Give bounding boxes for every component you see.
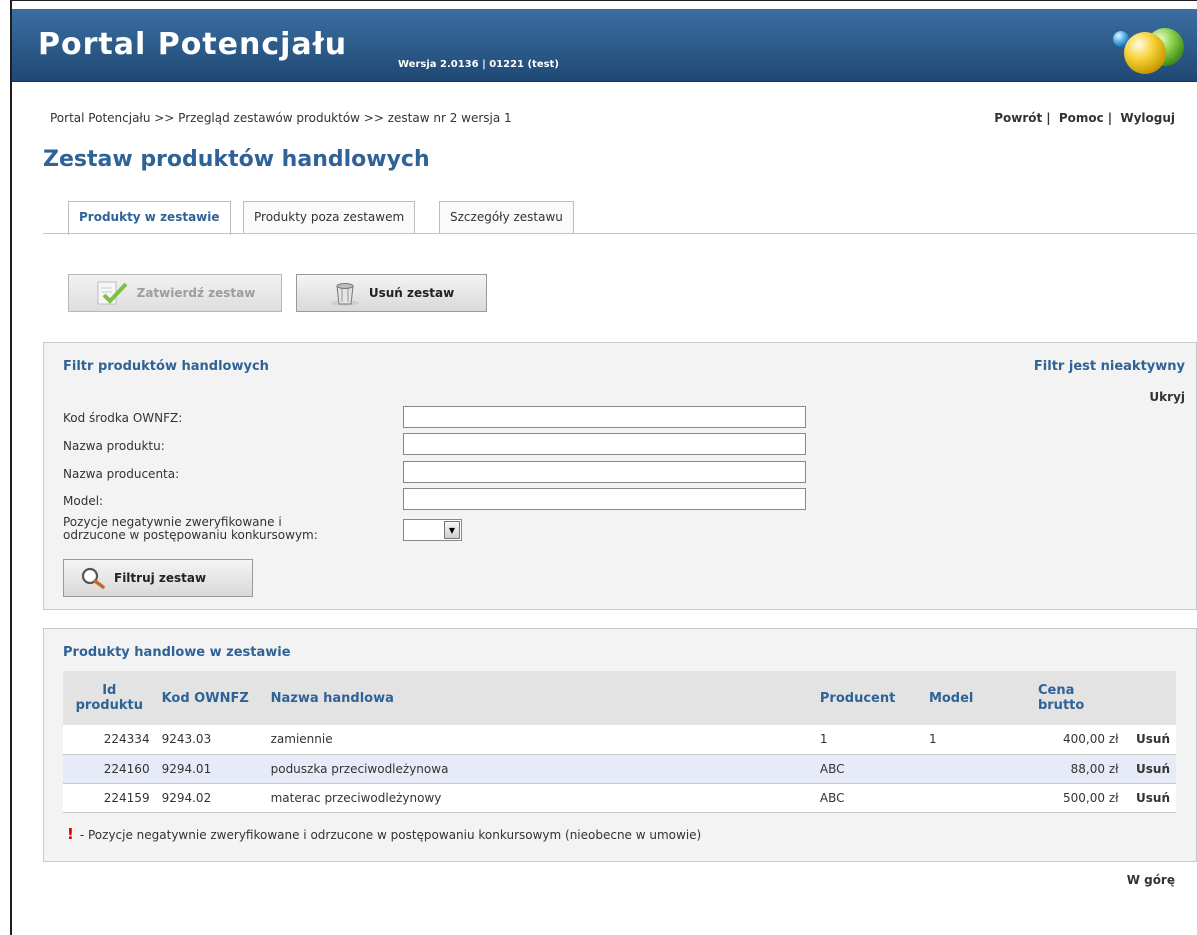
help-link[interactable]: Pomoc [1059,111,1104,125]
cell-name: poduszka przeciwodleżynowa [264,754,814,784]
app-window: Portal Potencjału Wersja 2.0136 | 01221 … [10,0,1197,935]
tab-products-in-set[interactable]: Produkty w zestawie [68,201,231,235]
cell-producer: 1 [813,725,923,755]
col-price: Cena brutto [1031,671,1125,725]
hide-filter-link[interactable]: Ukryj [1149,390,1185,404]
table-row: 224159 9294.02 materac przeciwodleżynowy… [63,783,1176,813]
col-code: Kod OWNFZ [155,671,265,725]
tab-set-details[interactable]: Szczegóły zestawu [439,201,574,234]
table-row: 224160 9294.01 poduszka przeciwodleżynow… [63,754,1176,784]
producer-label: Nazwa producenta: [63,467,180,481]
cell-id: 224334 [63,725,156,755]
cell-id: 224159 [63,783,156,813]
remove-link[interactable]: Usuń [1124,725,1176,755]
col-name: Nazwa handlowa [264,671,814,725]
exclamation-icon: ! [67,825,74,843]
col-producer: Producent [813,671,923,725]
cell-id: 224160 [63,754,156,784]
approve-set-button[interactable]: Zatwierdź zestaw [68,274,282,312]
cell-model: 1 [922,725,1032,755]
cell-producer: ABC [813,754,923,784]
model-label: Model: [63,494,104,508]
products-panel: Produkty handlowe w zestawie Id produktu… [43,628,1197,862]
cell-price: 88,00 zł [1031,754,1125,784]
cell-price: 400,00 zł [1031,725,1125,755]
cell-price: 500,00 zł [1031,783,1125,813]
filter-panel: Filtr produktów handlowych Filtr jest ni… [43,342,1197,610]
filter-set-button[interactable]: Filtruj zestaw [63,559,253,597]
page-title: Zestaw produktów handlowych [43,147,430,172]
filter-status: Filtr jest nieaktywny [1033,359,1185,374]
col-model: Model [922,671,1032,725]
top-links: Powrót | Pomoc | Wyloguj [994,111,1175,125]
app-header: Portal Potencjału Wersja 2.0136 | 01221 … [12,9,1197,82]
product-name-input[interactable] [403,433,806,455]
cell-code: 9243.03 [155,725,265,755]
products-table: Id produktu Kod OWNFZ Nazwa handlowa Pro… [63,671,1176,813]
dropdown-arrow-icon: ▼ [444,521,460,539]
breadcrumb[interactable]: Portal Potencjału >> Przegląd zestawów p… [50,111,512,125]
logo-icon [1113,28,1184,74]
filter-title: Filtr produktów handlowych [63,359,269,374]
approve-check-icon [97,281,128,305]
negative-select[interactable]: ▼ [403,519,462,541]
legend: ! - Pozycje negatywnie zweryfikowane i od… [67,825,701,843]
trash-icon [330,283,359,306]
code-input[interactable] [403,406,806,428]
app-title: Portal Potencjału [38,27,348,62]
cell-name: materac przeciwodleżynowy [264,783,814,813]
negative-label: Pozycje negatywnie zweryfikowane i odrzu… [63,516,318,542]
remove-link[interactable]: Usuń [1124,754,1176,784]
col-action [1124,671,1176,725]
cell-producer: ABC [813,783,923,813]
tab-bar-divider [43,233,1197,234]
filter-set-label: Filtruj zestaw [114,571,207,585]
app-version: Wersja 2.0136 | 01221 (test) [398,59,559,70]
table-header-row: Id produktu Kod OWNFZ Nazwa handlowa Pro… [63,671,1176,725]
producer-input[interactable] [403,461,806,483]
table-row: 224334 9243.03 zamiennie 1 1 400,00 zł U… [63,725,1176,755]
tab-products-outside-set[interactable]: Produkty poza zestawem [243,201,416,234]
cell-model [922,783,1032,813]
model-input[interactable] [403,488,806,510]
approve-set-label: Zatwierdź zestaw [136,286,256,300]
legend-text: - Pozycje negatywnie zweryfikowane i odr… [79,828,702,842]
cell-code: 9294.01 [155,754,265,784]
cell-model [922,754,1032,784]
products-title: Produkty handlowe w zestawie [63,645,291,660]
negative-label-line-2: odrzucone w postępowaniu konkursowym: [63,528,318,542]
logout-link[interactable]: Wyloguj [1120,111,1175,125]
back-to-top-link[interactable]: W górę [1127,873,1175,887]
code-label: Kod środka OWNFZ: [63,411,183,425]
magnifier-icon [81,567,105,589]
delete-set-label: Usuń zestaw [368,286,455,300]
back-link[interactable]: Powrót [994,111,1042,125]
cell-code: 9294.02 [155,783,265,813]
remove-link[interactable]: Usuń [1124,783,1176,813]
col-id: Id produktu [63,671,156,725]
cell-name: zamiennie [264,725,814,755]
delete-set-button[interactable]: Usuń zestaw [296,274,487,312]
product-name-label: Nazwa produktu: [63,439,165,453]
